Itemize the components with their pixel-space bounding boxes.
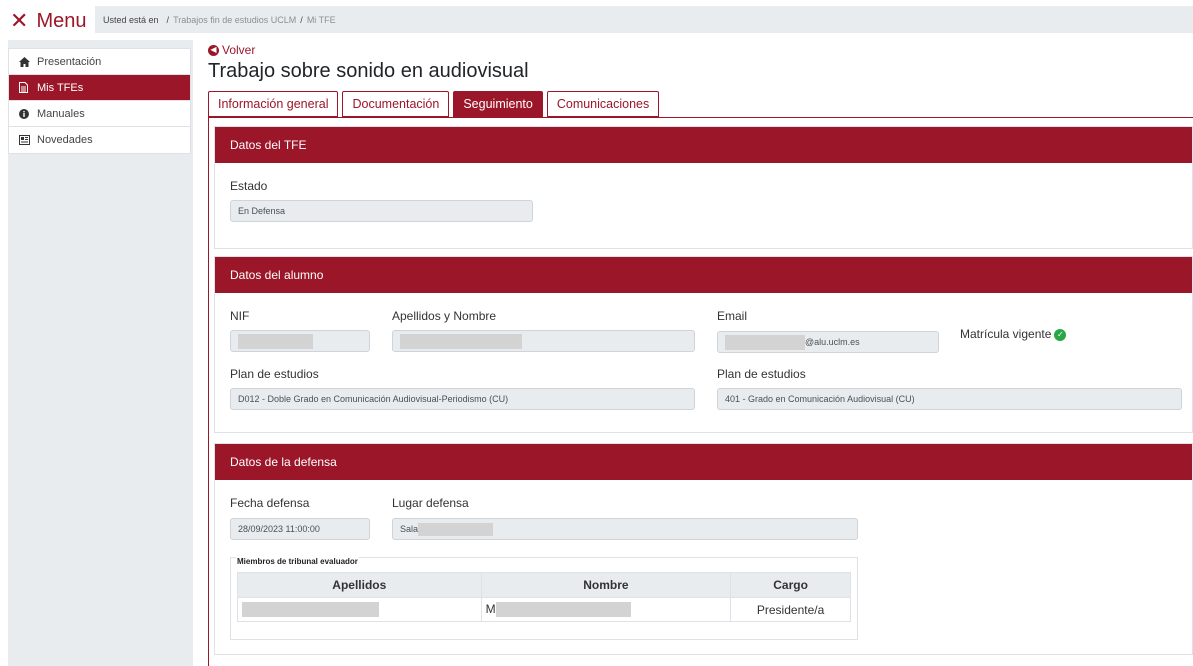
sidebar: Presentación Mis TFEs Manuales Novedades (8, 40, 193, 666)
content-left-border (208, 117, 209, 666)
sidebar-list: Presentación Mis TFEs Manuales Novedades (8, 48, 191, 154)
sidebar-item-label: Novedades (37, 134, 93, 146)
breadcrumb-lead: Usted está en (103, 14, 159, 25)
column-header-cargo: Cargo (730, 572, 851, 598)
email-label: Email (717, 309, 748, 323)
table-row: M Presidente/a (237, 597, 851, 622)
estado-field: En Defensa (230, 200, 533, 222)
tab-informacion-general[interactable]: Información general (208, 91, 339, 117)
sidebar-item-mis-tfes[interactable]: Mis TFEs (9, 75, 190, 101)
email-field: @alu.uclm.es (717, 331, 939, 353)
card-header-datos-defensa: Datos de la defensa (215, 444, 1192, 480)
tribunal-legend: Miembros de tribunal evaluador (236, 557, 359, 566)
nombre-value: M (485, 601, 496, 616)
back-link[interactable]: ◀ Volver (208, 43, 255, 57)
breadcrumb: Usted está en / Trabajos fin de estudios… (95, 6, 1193, 33)
redacted-name (400, 333, 522, 349)
back-label: Volver (222, 43, 256, 57)
lugar-defensa-field: Sala (392, 518, 858, 540)
estado-label: Estado (230, 179, 268, 193)
redacted-nombre (495, 602, 631, 618)
matricula-vigente: Matrícula vigente ✓ (960, 327, 1067, 341)
sidebar-item-label: Mis TFEs (37, 81, 84, 94)
email-domain: @alu.uclm.es (805, 337, 860, 347)
tab-seguimiento[interactable]: Seguimiento (453, 91, 543, 117)
card-datos-tfe: Datos del TFE (214, 126, 1193, 249)
fecha-defensa-label: Fecha defensa (230, 496, 310, 510)
nif-label: NIF (230, 309, 250, 323)
sidebar-item-label: Presentación (37, 55, 102, 68)
sidebar-item-presentacion[interactable]: Presentación (9, 49, 190, 75)
breadcrumb-item-trabajos[interactable]: Trabajos fin de estudios UCLM (173, 15, 296, 25)
page-title: Trabajo sobre sonido en audiovisual (208, 60, 529, 82)
tab-bar: Información general Documentación Seguim… (208, 91, 663, 117)
plan-estudios-label-2: Plan de estudios (717, 367, 806, 381)
card-header-datos-tfe: Datos del TFE (215, 127, 1192, 163)
redacted-sala (418, 522, 494, 536)
check-circle-icon: ✓ (1054, 328, 1067, 341)
breadcrumb-separator: / (166, 14, 170, 25)
close-icon[interactable]: ✕ (10, 10, 28, 32)
lugar-defensa-label: Lugar defensa (392, 496, 469, 510)
redacted-apellidos (242, 602, 379, 618)
lugar-defensa-value: Sala (400, 524, 419, 534)
plan-estudios-field-2: 401 - Grado en Comunicación Audiovisual … (717, 388, 1182, 410)
home-icon (19, 56, 33, 67)
menu-label: Menu (36, 10, 87, 32)
sidebar-item-manuales[interactable]: Manuales (9, 101, 190, 127)
file-icon (19, 82, 33, 93)
plan-estudios-label-1: Plan de estudios (230, 367, 319, 381)
column-header-apellidos: Apellidos (237, 572, 482, 598)
redacted-nif (238, 333, 313, 349)
tab-documentacion[interactable]: Documentación (342, 91, 450, 117)
breadcrumb-separator: / (300, 14, 303, 25)
tab-divider (208, 117, 1193, 118)
info-icon (19, 108, 33, 119)
menu-button[interactable]: ✕ Menu (10, 9, 86, 33)
sidebar-item-novedades[interactable]: Novedades (9, 127, 190, 153)
redacted-email-user (725, 334, 805, 350)
arrow-left-circle-icon: ◀ (208, 44, 219, 56)
sidebar-item-label: Manuales (37, 107, 85, 120)
column-header-nombre: Nombre (480, 572, 732, 598)
tab-comunicaciones[interactable]: Comunicaciones (546, 91, 660, 117)
fecha-defensa-field: 28/09/2023 11:00:00 (230, 518, 370, 540)
breadcrumb-item-mi-tfe: Mi TFE (306, 14, 336, 25)
tribunal-table: Apellidos Nombre Cargo M Presidente/a (237, 572, 851, 622)
card-header-datos-alumno: Datos del alumno (215, 257, 1192, 293)
top-bar: ✕ Menu Usted está en / Trabajos fin de e… (0, 0, 1193, 40)
apellidos-nombre-label: Apellidos y Nombre (392, 309, 497, 323)
plan-estudios-field-1: D012 - Doble Grado en Comunicación Audio… (230, 388, 695, 410)
tribunal-fieldset: Miembros de tribunal evaluador Apellidos… (230, 557, 858, 640)
cell-nombre: M (480, 597, 732, 622)
newspaper-icon (19, 135, 33, 145)
apellidos-nombre-field (392, 330, 695, 352)
cell-apellidos (237, 597, 482, 622)
cell-cargo: Presidente/a (730, 597, 851, 622)
nif-field (230, 330, 370, 352)
matricula-label: Matrícula vigente (960, 327, 1052, 341)
table-header-row: Apellidos Nombre Cargo (237, 572, 851, 598)
